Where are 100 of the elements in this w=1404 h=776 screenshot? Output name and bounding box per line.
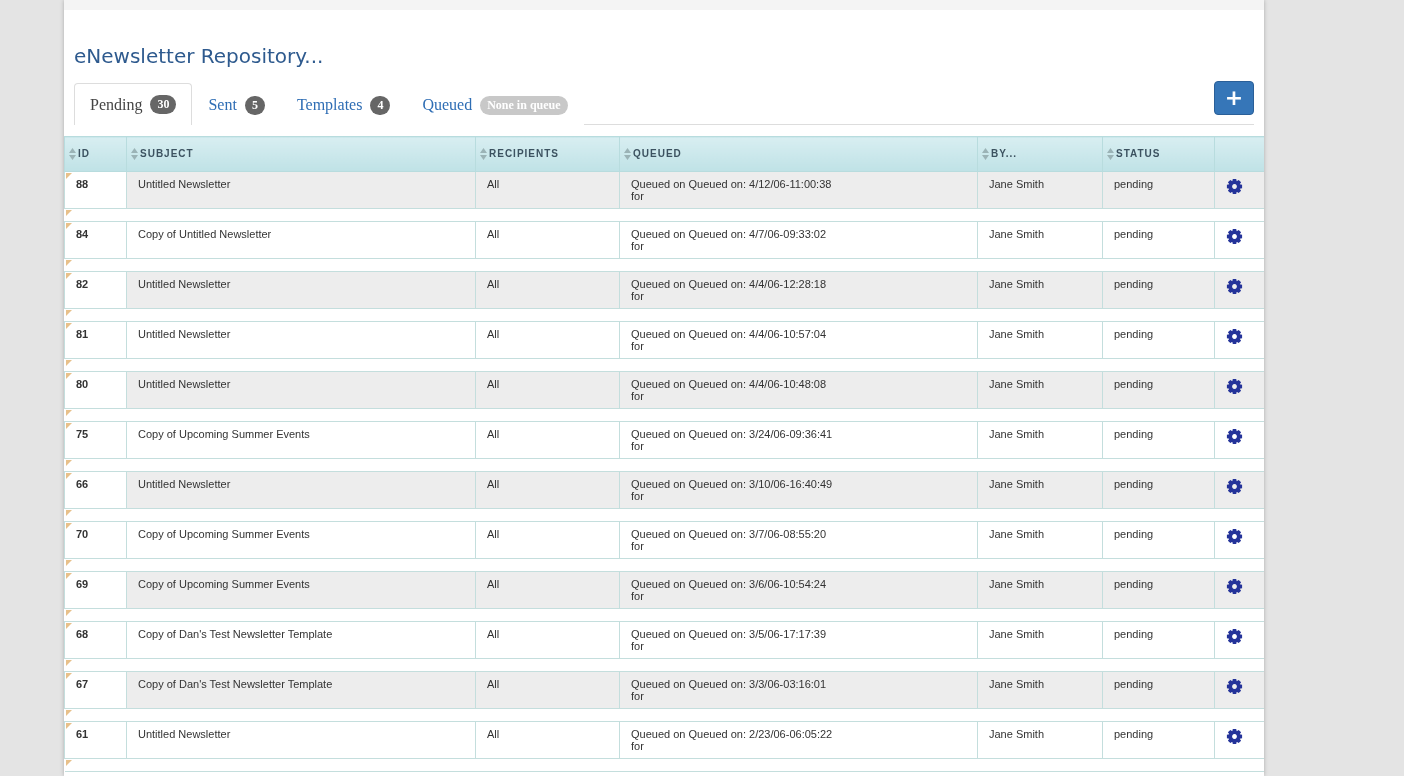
corner-marker <box>66 423 72 429</box>
id-cell-text: 67 <box>76 678 90 690</box>
settings-icon[interactable] <box>1226 378 1243 395</box>
settings-icon[interactable] <box>1226 728 1243 745</box>
queued-for-text: for <box>631 540 645 552</box>
subject-cell-text: Untitled Newsletter <box>138 478 232 490</box>
sort-icon <box>131 148 138 161</box>
subject-cell-text: Untitled Newsletter <box>138 728 232 740</box>
queued-for-text: for <box>631 290 645 302</box>
tab-label: Templates <box>296 96 363 114</box>
settings-icon[interactable] <box>1226 628 1243 645</box>
author-cell-text: Jane Smith <box>989 278 1046 290</box>
corner-marker <box>66 473 72 479</box>
subject-cell-text: Untitled Newsletter <box>138 378 232 390</box>
corner-marker <box>65 710 72 716</box>
id-cell-text: 69 <box>76 578 90 590</box>
corner-marker <box>66 723 72 729</box>
corner-marker <box>65 210 72 216</box>
sort-icon <box>69 148 76 161</box>
subject-cell-text: Copy of Upcoming Summer Events <box>138 578 311 590</box>
corner-marker <box>66 673 72 679</box>
settings-icon[interactable] <box>1226 678 1243 695</box>
recipients-cell-text: All <box>487 578 501 590</box>
tab-label: Queued <box>422 96 473 114</box>
column-header[interactable]: BY... <box>977 136 1103 172</box>
corner-marker <box>65 660 72 666</box>
id-cell-text: 82 <box>76 278 90 290</box>
column-header[interactable]: ID <box>64 136 127 172</box>
author-cell-text: Jane Smith <box>989 178 1046 190</box>
corner-marker <box>65 510 72 516</box>
recipients-cell-text: All <box>487 628 501 640</box>
recipients-cell-text: All <box>487 378 501 390</box>
corner-marker <box>66 223 72 229</box>
corner-marker <box>66 573 72 579</box>
recipients-cell-text: All <box>487 178 501 190</box>
queued-for-text: for <box>631 490 645 502</box>
column-header[interactable]: QUEUED <box>619 136 978 172</box>
queued-for-text: for <box>631 340 645 352</box>
recipients-cell-text: All <box>487 528 501 540</box>
id-cell-text: 81 <box>76 328 90 340</box>
queued-cell-text: Queued on Queued on: 4/12/06-11:00:38 <box>631 178 833 190</box>
tab[interactable]: Pending 30 <box>74 83 193 125</box>
corner-marker <box>65 260 72 266</box>
settings-icon[interactable] <box>1226 178 1243 195</box>
id-cell-text: 88 <box>76 178 90 190</box>
column-header[interactable]: RECIPIENTS <box>475 136 620 172</box>
settings-icon[interactable] <box>1226 528 1243 545</box>
status-cell-text: pending <box>1114 728 1155 740</box>
settings-icon[interactable] <box>1226 328 1243 345</box>
queued-cell-text: Queued on Queued on: 4/4/06-10:48:08 <box>631 378 828 390</box>
status-cell-text: pending <box>1114 628 1155 640</box>
column-header[interactable]: SUBJECT <box>126 136 476 172</box>
sort-icon <box>1107 148 1114 161</box>
status-cell-text: pending <box>1114 278 1155 290</box>
count-badge: 30 <box>150 95 177 114</box>
status-cell-text: pending <box>1114 528 1155 540</box>
queued-cell-text: Queued on Queued on: 3/3/06-03:16:01 <box>631 678 828 690</box>
status-cell-text: pending <box>1114 578 1155 590</box>
author-cell-text: Jane Smith <box>989 328 1046 340</box>
subject-cell-text: Copy of Dan's Test Newsletter Template <box>138 678 334 690</box>
add-button[interactable]: + <box>1214 81 1254 115</box>
settings-icon[interactable] <box>1226 228 1243 245</box>
corner-marker <box>65 760 72 766</box>
status-cell-text: pending <box>1114 178 1155 190</box>
id-cell-text: 75 <box>76 428 90 440</box>
queued-cell-text: Queued on Queued on: 3/7/06-08:55:20 <box>631 528 828 540</box>
page-title: eNewsletter Repository... <box>74 44 324 68</box>
column-header[interactable]: STATUS <box>1102 136 1215 172</box>
recipients-cell-text: All <box>487 228 501 240</box>
author-cell-text: Jane Smith <box>989 478 1046 490</box>
settings-icon[interactable] <box>1226 478 1243 495</box>
recipients-cell-text: All <box>487 328 501 340</box>
queued-cell-text: Queued on Queued on: 3/24/06-09:36:41 <box>631 428 834 440</box>
corner-marker <box>66 523 72 529</box>
settings-icon[interactable] <box>1226 428 1243 445</box>
recipients-cell-text: All <box>487 478 501 490</box>
author-cell-text: Jane Smith <box>989 528 1046 540</box>
recipients-cell-text: All <box>487 278 501 290</box>
corner-marker <box>66 623 72 629</box>
queued-for-text: for <box>631 590 645 602</box>
queued-cell-text: Queued on Queued on: 3/10/06-16:40:49 <box>631 478 834 490</box>
author-cell-text: Jane Smith <box>989 628 1046 640</box>
id-cell-text: 70 <box>76 528 90 540</box>
tab-label: Pending <box>90 95 143 114</box>
corner-marker <box>65 460 72 466</box>
corner-marker <box>66 373 72 379</box>
corner-marker <box>65 360 72 366</box>
count-badge: 4 <box>370 95 391 115</box>
corner-marker <box>66 323 72 329</box>
id-cell-text: 66 <box>76 478 90 490</box>
count-badge: 5 <box>244 95 265 115</box>
subject-cell-text: Untitled Newsletter <box>138 278 232 290</box>
subject-cell-text: Copy of Untitled Newsletter <box>138 228 273 240</box>
queued-for-text: for <box>631 190 645 202</box>
queued-cell-text: Queued on Queued on: 4/4/06-12:28:18 <box>631 278 828 290</box>
tab-label: Sent <box>208 96 237 114</box>
settings-icon[interactable] <box>1226 578 1243 595</box>
corner-marker <box>66 173 72 179</box>
author-cell-text: Jane Smith <box>989 378 1046 390</box>
settings-icon[interactable] <box>1226 278 1243 295</box>
